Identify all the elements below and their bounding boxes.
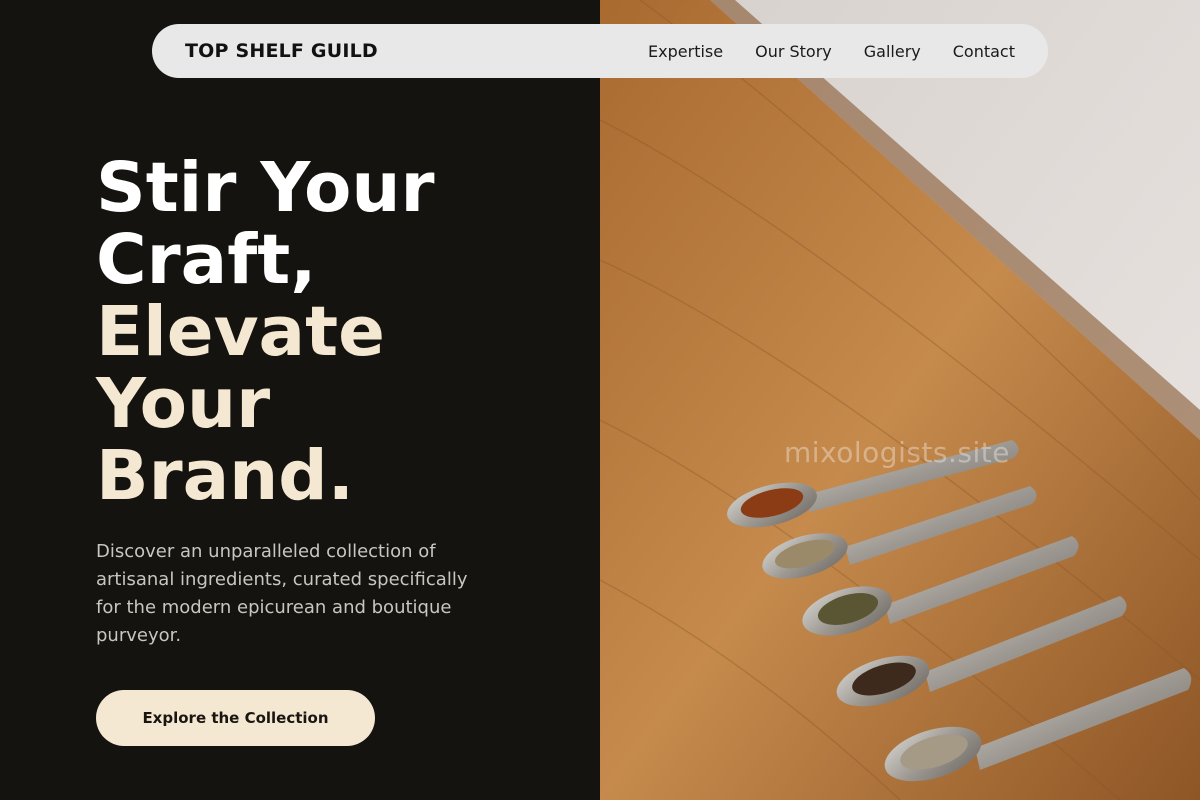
nav-link-our-story[interactable]: Our Story <box>755 42 832 61</box>
headline-line-2: Craft, <box>96 220 317 300</box>
nav-links: Expertise Our Story Gallery Contact <box>648 42 1015 61</box>
hero-subtext: Discover an unparalleled collection of a… <box>96 541 468 646</box>
brand-logo-text[interactable]: TOP SHELF GUILD <box>185 40 378 62</box>
nav-link-contact[interactable]: Contact <box>953 42 1015 61</box>
hero-headline: Stir Your Craft, Elevate Your Brand. <box>96 152 576 512</box>
explore-collection-button[interactable]: Explore the Collection <box>96 690 375 746</box>
headline-line-4: Your <box>96 364 271 444</box>
headline-line-3: Elevate <box>96 292 385 372</box>
hero-image <box>600 0 1200 800</box>
spoons-on-wood-illustration <box>600 0 1200 800</box>
navbar: TOP SHELF GUILD Expertise Our Story Gall… <box>152 24 1048 78</box>
watermark-text: mixologists.site <box>784 436 1010 469</box>
nav-link-gallery[interactable]: Gallery <box>864 42 921 61</box>
headline-line-1: Stir Your <box>96 148 435 228</box>
headline-line-5: Brand. <box>96 436 354 516</box>
nav-link-expertise[interactable]: Expertise <box>648 42 723 61</box>
